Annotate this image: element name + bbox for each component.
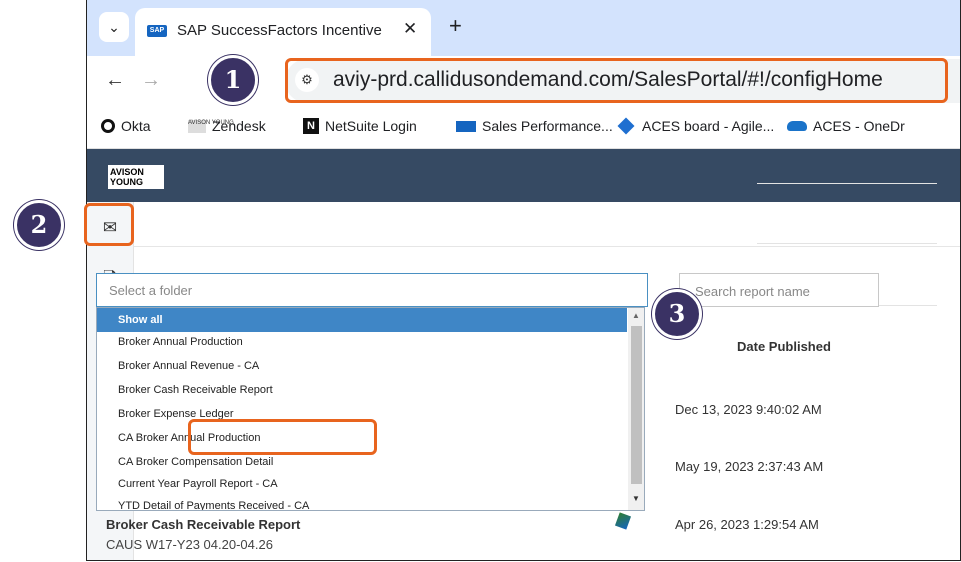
onedrive-icon (787, 121, 807, 131)
bookmark-aces-onedrive[interactable]: ACES - OneDr (787, 118, 905, 134)
zendesk-icon: AVISON YOUNG (188, 119, 234, 133)
okta-icon (101, 119, 115, 133)
bookmark-okta[interactable]: Okta (101, 118, 151, 134)
sap-icon (456, 120, 476, 132)
row-divider (757, 183, 937, 184)
bookmark-netsuite[interactable]: N NetSuite Login (303, 118, 417, 134)
search-placeholder: Search report name (695, 284, 810, 299)
dropdown-option[interactable]: Broker Annual Production (97, 330, 627, 354)
highlight-mail-icon (84, 203, 134, 246)
dropdown-option-show-all[interactable]: Show all (97, 308, 627, 332)
bookmark-label: Okta (121, 118, 151, 134)
bookmark-zendesk[interactable]: AVISON YOUNG Zendesk (188, 118, 266, 134)
bookmark-label: ACES - OneDr (813, 118, 905, 134)
dropdown-option[interactable]: Broker Cash Receivable Report (97, 378, 627, 402)
bookmark-aces-board[interactable]: ACES board - Agile... (617, 117, 775, 135)
date-published-cell: Apr 26, 2023 1:29:54 AM (675, 517, 819, 532)
bookmark-label: Sales Performance... (482, 118, 613, 134)
bookmarks-bar: Okta AVISON YOUNG Zendesk N NetSuite Log… (87, 108, 960, 149)
new-tab-plus-icon[interactable]: + (449, 13, 462, 39)
bookmark-sales-performance[interactable]: Sales Performance... (456, 118, 613, 134)
highlight-url (285, 58, 948, 103)
report-subtitle: CAUS W17-Y23 04.20-04.26 (106, 537, 273, 552)
scroll-down-arrow-icon[interactable]: ▼ (632, 494, 640, 503)
report-search-input[interactable]: Search report name (679, 273, 879, 307)
content-topbar (134, 202, 960, 247)
folder-select-placeholder[interactable]: Select a folder (109, 283, 192, 298)
date-published-header[interactable]: Date Published (737, 339, 831, 354)
forward-arrow-icon[interactable]: → (141, 69, 161, 92)
step-badge-1: 1 (208, 55, 258, 105)
sap-favicon-icon: SAP (147, 25, 167, 37)
back-arrow-icon[interactable]: ← (105, 69, 125, 92)
dropdown-scroll-thumb[interactable] (631, 326, 642, 484)
dropdown-option[interactable]: YTD Detail of Payments Received - CA (97, 494, 627, 510)
tab-search-chevron-icon[interactable]: ⌄ (99, 12, 129, 42)
app-header: AVISON YOUNG (87, 149, 960, 202)
step-badge-2: 2 (14, 200, 64, 250)
avison-young-logo: AVISON YOUNG (108, 165, 164, 189)
bookmark-label: NetSuite Login (325, 118, 417, 134)
highlight-ca-broker-annual-production (188, 419, 377, 455)
step-badge-3: 3 (652, 289, 702, 339)
close-tab-icon[interactable]: ✕ (403, 19, 417, 39)
tab-title: SAP SuccessFactors Incentive M (177, 22, 387, 39)
date-published-cell: Dec 13, 2023 9:40:02 AM (675, 402, 822, 417)
row-divider (757, 243, 937, 244)
dropdown-option[interactable]: Broker Annual Revenue - CA (97, 354, 627, 378)
jira-icon (617, 117, 635, 135)
folder-select[interactable]: Select a folder (96, 273, 648, 307)
browser-tab[interactable]: SAP SAP SuccessFactors Incentive M ✕ (135, 8, 431, 56)
date-published-cell: May 19, 2023 2:37:43 AM (675, 459, 824, 474)
bookmark-label: Zendesk (212, 118, 266, 134)
report-title[interactable]: Broker Cash Receivable Report (106, 517, 300, 532)
folder-dropdown-list[interactable]: Show all Broker Annual Production Broker… (96, 307, 645, 511)
bookmark-label: ACES board - Agile... (642, 118, 775, 134)
netsuite-icon: N (303, 118, 319, 134)
scroll-up-arrow-icon[interactable]: ▲ (632, 311, 640, 320)
tab-strip: ⌄ SAP SAP SuccessFactors Incentive M ✕ + (87, 0, 960, 56)
dropdown-option[interactable]: Current Year Payroll Report - CA (97, 472, 627, 496)
